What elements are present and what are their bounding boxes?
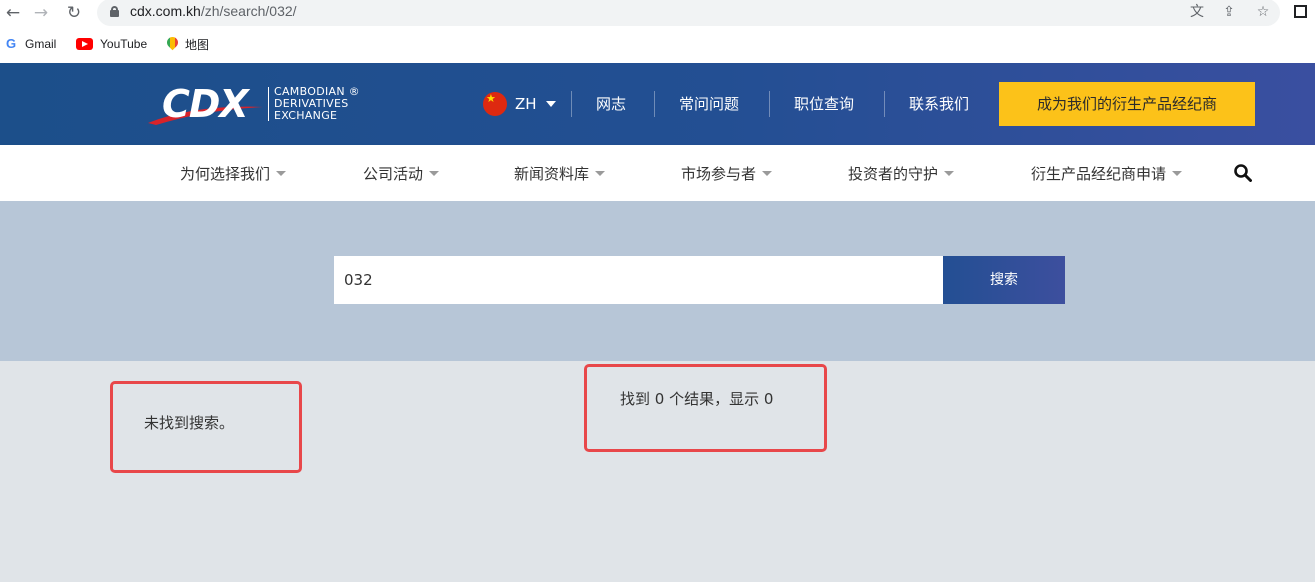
window-restore-icon[interactable] [1294,5,1307,18]
china-flag-icon [483,92,507,116]
chevron-down-icon [429,170,440,176]
header-divider [769,91,770,117]
maps-icon [167,37,178,52]
bookmark-gmail[interactable]: G Gmail [4,34,56,54]
browser-chrome: ← → ↻ cdx.com.kh/zh/search/032/ 文 ⇪ ☆ G … [0,0,1315,63]
search-button[interactable]: 搜索 [943,256,1065,304]
google-icon: G [5,36,17,51]
url-host: cdx.com.kh [130,3,201,19]
url-path: /zh/search/032/ [200,3,297,19]
header-link-blog[interactable]: 网志 [596,93,626,114]
browser-toolbar: ← → ↻ cdx.com.kh/zh/search/032/ 文 ⇪ ☆ [0,0,1315,27]
highlight-box [584,364,827,452]
chevron-down-icon [762,170,773,176]
bookmark-maps[interactable]: 地图 [167,34,209,54]
site-header: CDX CAMBODIAN ® DERIVATIVES EXCHANGE ZH … [0,63,1315,145]
bookmark-youtube[interactable]: YouTube [76,34,147,54]
share-icon[interactable]: ⇪ [1219,2,1239,22]
nav-item-label: 投资者的守护 [848,164,939,183]
language-label: ZH [515,95,537,113]
bookmark-label: YouTube [100,37,148,51]
header-link-contact[interactable]: 联系我们 [909,93,969,114]
become-broker-button[interactable]: 成为我们的衍生产品经纪商 [999,82,1255,126]
bookmark-label: Gmail [25,37,57,51]
nav-item-label: 新闻资料库 [514,164,590,183]
nav-item-label: 公司活动 [363,164,424,183]
chevron-down-icon [595,170,606,176]
cdx-logo[interactable]: CDX CAMBODIAN ® DERIVATIVES EXCHANGE [148,83,363,125]
logo-divider [268,87,269,121]
reload-icon[interactable]: ↻ [63,2,85,24]
header-divider [571,91,572,117]
chevron-down-icon [276,170,287,176]
nav-item-participants[interactable]: 市场参与者 [681,163,773,183]
search-icon[interactable] [1234,164,1252,182]
header-link-careers[interactable]: 职位查询 [794,93,854,114]
header-link-faq[interactable]: 常问问题 [679,93,739,114]
youtube-icon [76,38,93,50]
chevron-down-icon [1172,170,1183,176]
nav-item-label: 为何选择我们 [180,164,271,183]
search-input[interactable] [334,256,944,304]
chevron-down-icon [944,170,955,176]
translate-icon[interactable]: 文 [1187,2,1207,22]
header-divider [654,91,655,117]
nav-item-broker-application[interactable]: 衍生产品经纪商申请 [1031,163,1183,183]
results-section: 未找到搜索。 找到 0 个结果，显示 0 [0,361,1315,582]
bookmark-star-icon[interactable]: ☆ [1253,2,1273,22]
logo-wordmark: CDX [162,82,249,126]
search-section: 搜索 [0,201,1315,361]
lock-icon [110,6,119,17]
logo-tagline: CAMBODIAN ® DERIVATIVES EXCHANGE [274,85,360,122]
chevron-down-icon [545,101,556,107]
nav-item-investor-protection[interactable]: 投资者的守护 [848,163,955,183]
highlight-box [110,381,302,473]
address-bar[interactable]: cdx.com.kh/zh/search/032/ 文 ⇪ ☆ [97,0,1280,26]
nav-item-label: 市场参与者 [681,164,757,183]
nav-item-events[interactable]: 公司活动 [363,163,440,183]
back-arrow-icon[interactable]: ← [2,2,24,24]
nav-item-label: 衍生产品经纪商申请 [1031,164,1167,183]
bookmark-label: 地图 [185,37,210,52]
url-text[interactable]: cdx.com.kh/zh/search/032/ [130,3,297,19]
language-selector[interactable]: ZH [483,91,556,117]
bookmarks-bar: G Gmail YouTube 地图 [0,32,1315,56]
forward-arrow-icon[interactable]: → [30,2,52,24]
nav-item-why-us[interactable]: 为何选择我们 [180,163,287,183]
main-nav: 为何选择我们 公司活动 新闻资料库 市场参与者 投资者的守护 衍生产品经纪商申请 [0,145,1315,201]
nav-item-newsroom[interactable]: 新闻资料库 [514,163,606,183]
header-divider [884,91,885,117]
